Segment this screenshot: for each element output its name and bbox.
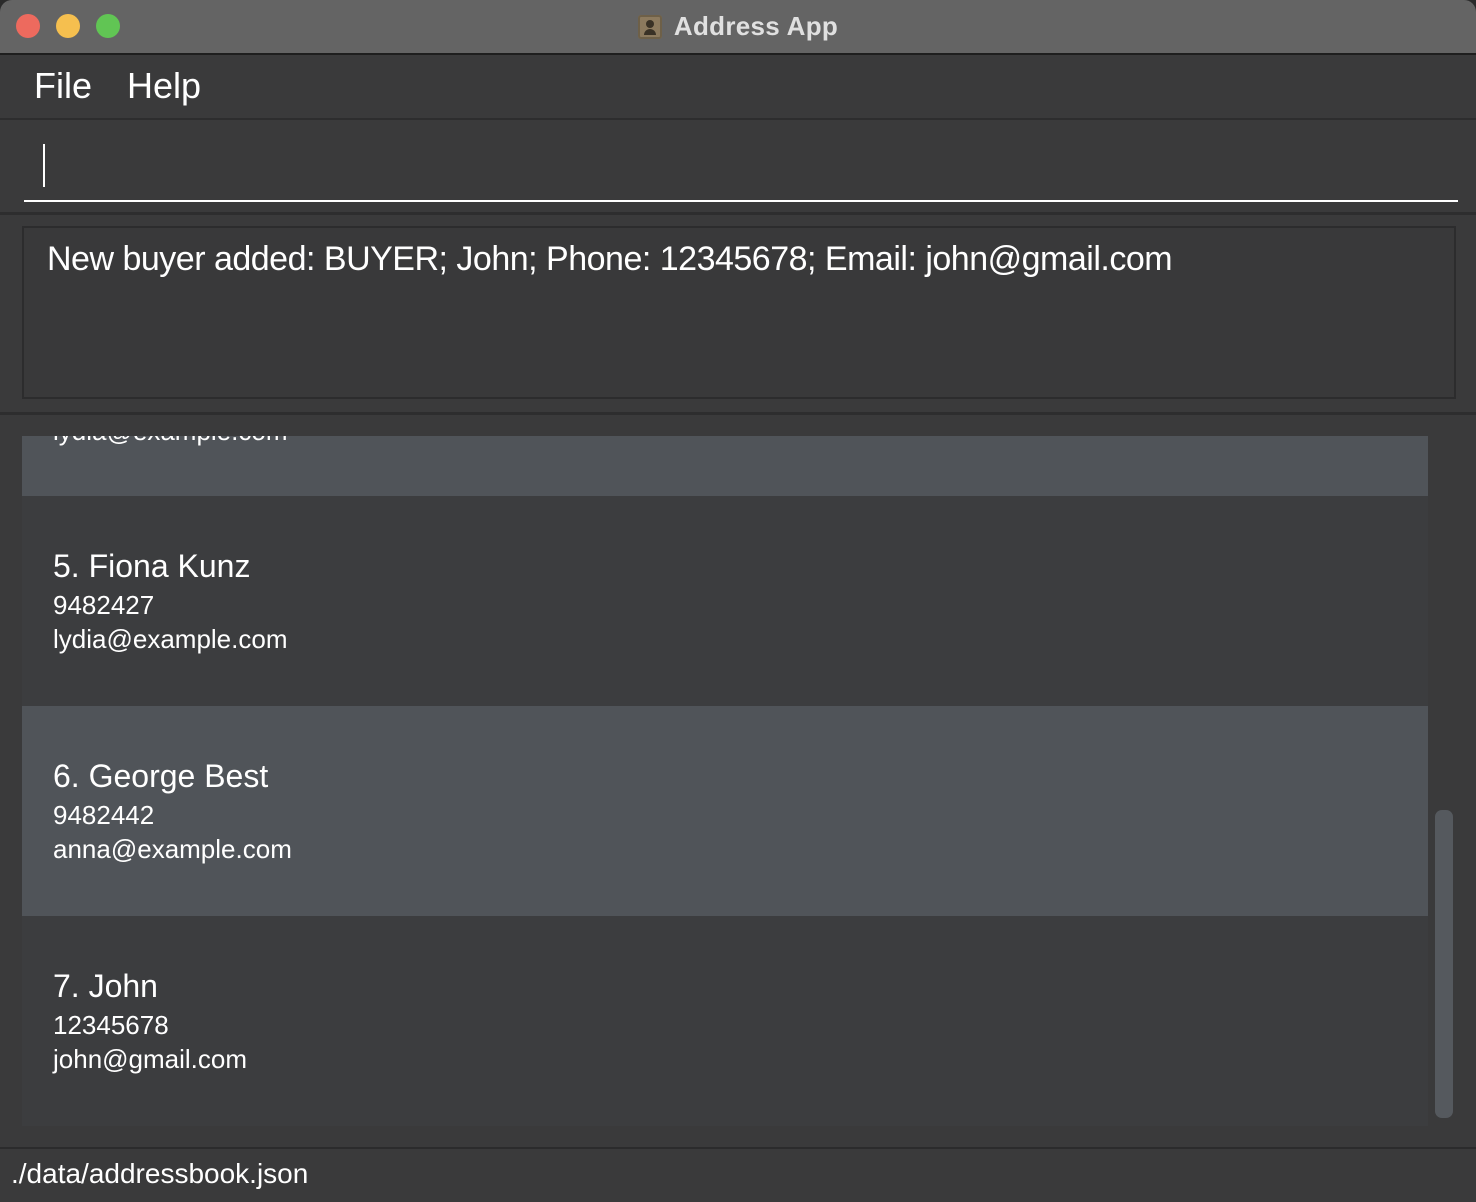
person-list[interactable]: lydia@example.com 5. Fiona Kunz 9482427 … (22, 436, 1428, 1126)
person-card[interactable]: 7. John 12345678 john@gmail.com (22, 916, 1428, 1126)
person-card[interactable]: 5. Fiona Kunz 9482427 lydia@example.com (22, 496, 1428, 706)
person-name: 5. Fiona Kunz (53, 548, 251, 584)
menu-bar: File Help (0, 55, 1476, 120)
person-phone: 12345678 (53, 1010, 169, 1040)
menu-file[interactable]: File (34, 65, 92, 107)
window-title: Address App (673, 11, 839, 41)
person-name: 6. George Best (53, 758, 269, 794)
window-title-group: Address App (0, 0, 1476, 53)
save-file-path: ./data/addressbook.json (11, 1158, 309, 1189)
app-window: Address App File Help New buyer added: B… (0, 0, 1476, 1202)
title-bar[interactable]: Address App (0, 0, 1476, 55)
person-phone: 9482427 (53, 590, 155, 620)
result-display[interactable]: New buyer added: BUYER; John; Phone: 123… (22, 226, 1456, 399)
person-list-panel: lydia@example.com 5. Fiona Kunz 9482427 … (0, 415, 1476, 1145)
person-phone: 9482442 (53, 800, 155, 830)
person-email: john@gmail.com (53, 1044, 248, 1074)
command-box-panel (0, 120, 1476, 215)
person-email: lydia@example.com (53, 624, 288, 654)
scrollbar-thumb[interactable] (1435, 810, 1453, 1118)
address-book-icon (637, 14, 662, 39)
status-bar: ./data/addressbook.json (0, 1147, 1476, 1202)
person-email: anna@example.com (53, 834, 292, 864)
menu-help[interactable]: Help (127, 65, 201, 107)
person-name: 7. John (53, 968, 158, 1004)
command-input[interactable] (24, 138, 1458, 202)
text-caret (43, 144, 45, 187)
person-card-partial[interactable]: lydia@example.com (22, 436, 1428, 496)
person-email: lydia@example.com (53, 436, 287, 447)
person-card[interactable]: 6. George Best 9482442 anna@example.com (22, 706, 1428, 916)
result-display-panel: New buyer added: BUYER; John; Phone: 123… (0, 215, 1476, 415)
result-message: New buyer added: BUYER; John; Phone: 123… (47, 240, 1173, 278)
list-scrollbar[interactable] (1434, 436, 1454, 1126)
